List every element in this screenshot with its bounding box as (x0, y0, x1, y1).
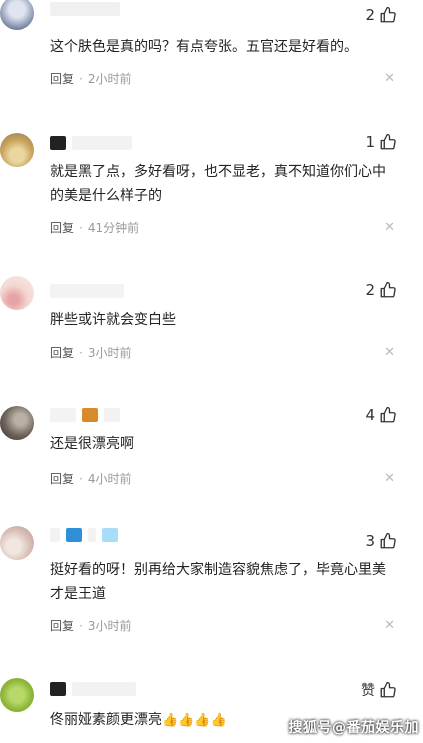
comment-item: 4 还是很漂亮啊 回复 · 4小时前 ✕ (0, 400, 423, 490)
username[interactable] (50, 682, 136, 696)
like-count: 1 (365, 133, 375, 151)
like-count: 2 (365, 281, 375, 299)
username[interactable] (50, 284, 124, 298)
like-count: 3 (365, 532, 375, 550)
like-button[interactable]: 2 (365, 6, 397, 24)
username[interactable] (50, 528, 118, 542)
comment-item: 1 就是黑了点，多好看呀，也不显老，真不知道你们心中的美是什么样子的 回复 · … (0, 130, 423, 250)
comment-meta: 回复 · 4小时前 (50, 470, 132, 487)
like-count: 2 (365, 6, 375, 24)
thumbs-up-icon (380, 281, 396, 298)
thumbs-up-icon (380, 133, 396, 150)
username[interactable] (50, 408, 120, 422)
timestamp: 41分钟前 (87, 221, 140, 235)
comment-meta: 回复 · 3小时前 (50, 617, 132, 634)
timestamp: 2小时前 (87, 72, 132, 86)
comment-item: 2 胖些或许就会变白些 回复 · 3小时前 ✕ (0, 272, 423, 372)
thumbs-up-icon (380, 532, 396, 549)
comment-item: 2 这个肤色是真的吗？有点夸张。五官还是好看的。 回复 · 2小时前 ✕ (0, 0, 423, 100)
close-icon[interactable]: ✕ (384, 71, 395, 86)
like-button[interactable]: 3 (365, 532, 397, 550)
comment-meta: 回复 · 41分钟前 (50, 219, 140, 236)
avatar[interactable] (0, 526, 34, 560)
thumbs-up-icon (380, 681, 396, 698)
comment-text: 还是很漂亮啊 (50, 436, 134, 452)
username[interactable] (50, 2, 120, 16)
close-icon[interactable]: ✕ (384, 345, 395, 360)
like-button[interactable]: 2 (365, 281, 397, 299)
thumbs-up-icon (380, 6, 396, 23)
timestamp: 3小时前 (87, 346, 132, 360)
comment-text-body: 佟丽娅素颜更漂亮 (50, 712, 162, 728)
close-icon[interactable]: ✕ (384, 220, 395, 235)
like-button[interactable]: 赞 (361, 680, 397, 700)
reply-button[interactable]: 回复 (50, 70, 74, 87)
like-count: 赞 (361, 683, 375, 699)
close-icon[interactable]: ✕ (384, 618, 395, 633)
timestamp: 4小时前 (87, 472, 132, 486)
avatar[interactable] (0, 406, 34, 440)
comment-meta: 回复 · 2小时前 (50, 70, 132, 87)
username[interactable] (50, 136, 132, 150)
comment-text: 这个肤色是真的吗？有点夸张。五官还是好看的。 (50, 39, 358, 55)
reply-button[interactable]: 回复 (50, 219, 74, 236)
avatar[interactable] (0, 0, 34, 30)
reply-button[interactable]: 回复 (50, 617, 74, 634)
avatar[interactable] (0, 276, 34, 310)
comment-text: 就是黑了点，多好看呀，也不显老，真不知道你们心中的美是什么样子的 (50, 164, 386, 204)
comment-item: 3 挺好看的呀！别再给大家制造容貌焦虑了，毕竟心里美才是王道 回复 · 3小时前… (0, 522, 423, 642)
reply-button[interactable]: 回复 (50, 470, 74, 487)
timestamp: 3小时前 (87, 619, 132, 633)
comment-text: 挺好看的呀！别再给大家制造容貌焦虑了，毕竟心里美才是王道 (50, 562, 386, 602)
watermark: 搜狐号@番茄娱乐加 (288, 720, 419, 736)
like-button[interactable]: 1 (365, 133, 397, 151)
thumbs-up-emoji: 👍👍👍👍 (162, 713, 227, 728)
comment-text: 胖些或许就会变白些 (50, 312, 176, 328)
like-count: 4 (365, 406, 375, 424)
thumbs-up-icon (380, 406, 396, 423)
comment-meta: 回复 · 3小时前 (50, 344, 132, 361)
avatar[interactable] (0, 133, 34, 167)
avatar[interactable] (0, 678, 34, 712)
reply-button[interactable]: 回复 (50, 344, 74, 361)
close-icon[interactable]: ✕ (384, 471, 395, 486)
like-button[interactable]: 4 (365, 406, 397, 424)
